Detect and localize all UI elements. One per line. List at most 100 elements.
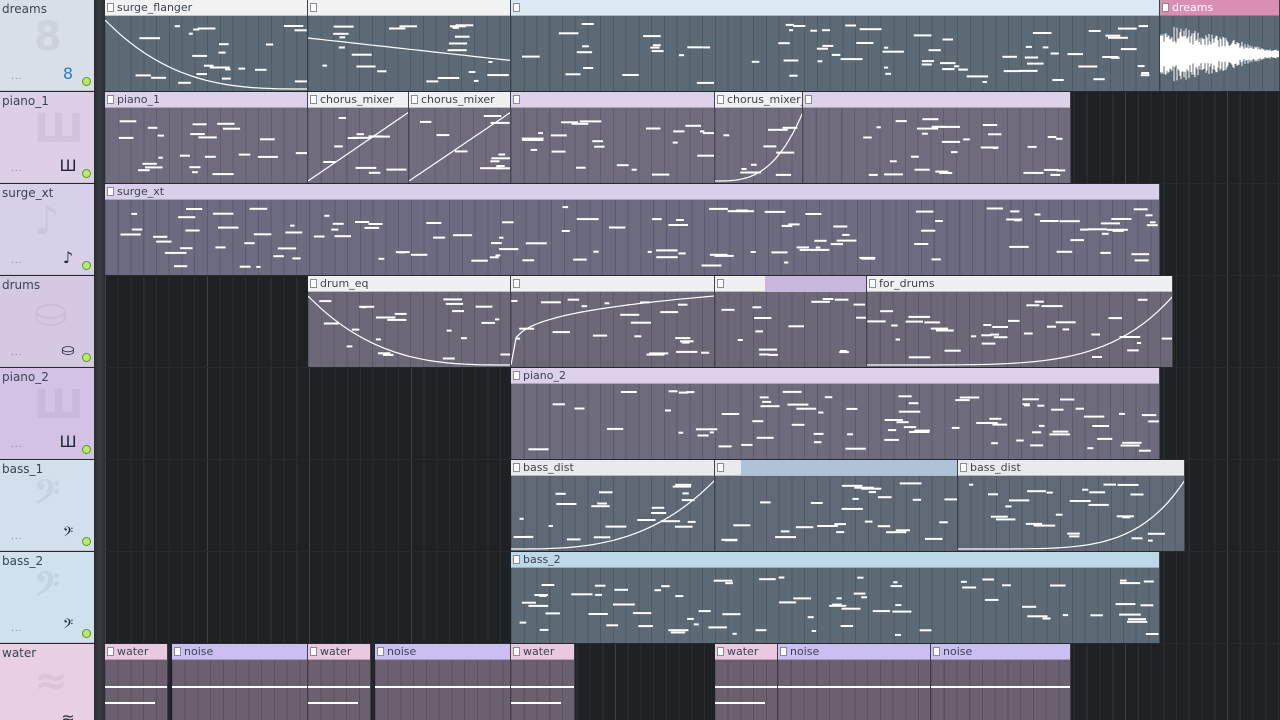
track-header-piano_2[interactable]: piano_2 Ш... Ш xyxy=(0,368,94,459)
clip-name[interactable]: water xyxy=(523,645,554,658)
drums-clip[interactable] xyxy=(715,276,867,367)
for_drums-clip[interactable]: for_drums xyxy=(867,276,1173,367)
bass_dist-clip[interactable]: bass_dist xyxy=(958,460,1185,551)
water-clip[interactable]: water xyxy=(308,644,371,720)
water-icon[interactable]: ≈ xyxy=(58,708,78,720)
clip-name[interactable]: noise xyxy=(943,645,972,658)
track-enable-led[interactable] xyxy=(82,169,91,178)
track-header-drums[interactable]: drums ⛀... ⛀ xyxy=(0,276,94,367)
track-enable-led[interactable] xyxy=(82,353,91,362)
track-more-icon[interactable]: ... xyxy=(11,72,23,82)
clip-header[interactable]: surge_flanger xyxy=(105,0,307,16)
chorus_mixer-clip[interactable]: chorus_mixer xyxy=(409,92,511,183)
clip-name[interactable]: for_drums xyxy=(879,277,935,290)
clip-name[interactable]: water xyxy=(320,645,351,658)
track-header-piano_1[interactable]: piano_1 Ш... Ш xyxy=(0,92,94,183)
track-enable-led[interactable] xyxy=(82,537,91,546)
piano_1-clip[interactable]: piano_1 xyxy=(105,92,308,183)
clip-header[interactable]: noise xyxy=(778,644,930,660)
clip-header[interactable] xyxy=(511,276,714,292)
clip-header[interactable]: bass_dist xyxy=(958,460,1184,476)
bass_2-clip[interactable]: bass_2 xyxy=(511,552,1160,643)
clip-name[interactable]: water xyxy=(727,645,758,658)
clip-name[interactable]: bass_2 xyxy=(523,553,561,566)
noise-clip[interactable]: noise xyxy=(172,644,308,720)
keyboard-icon[interactable]: Ш xyxy=(58,156,78,176)
numeral-eight-icon[interactable]: 8 xyxy=(58,64,78,84)
track-more-icon[interactable]: ... xyxy=(11,348,23,358)
clip-header[interactable]: surge_xt xyxy=(105,184,1159,200)
clip-header[interactable]: water xyxy=(105,644,167,660)
track-enable-led[interactable] xyxy=(82,77,91,86)
piano_2-clip[interactable]: piano_2 xyxy=(511,368,1160,459)
track-header-bass_1[interactable]: bass_1 𝄢... 𝄢 xyxy=(0,460,94,551)
clip-header[interactable] xyxy=(715,276,866,292)
drums-clip[interactable] xyxy=(511,276,715,367)
dreams-clip[interactable]: dreams xyxy=(1160,0,1280,91)
clip-name[interactable]: piano_2 xyxy=(523,369,566,382)
track-enable-led[interactable] xyxy=(82,261,91,270)
track-header-bass_2[interactable]: bass_2 𝄢... 𝄢 xyxy=(0,552,94,643)
piano_1-clip[interactable] xyxy=(803,92,1071,183)
bass_dist-clip[interactable]: bass_dist xyxy=(511,460,715,551)
clip-header[interactable]: water xyxy=(715,644,777,660)
clip-name[interactable]: dreams xyxy=(1172,1,1213,14)
track-more-icon[interactable]: ... xyxy=(11,624,23,634)
noise-clip[interactable]: noise xyxy=(778,644,931,720)
clip-header[interactable]: noise xyxy=(172,644,307,660)
clip-name[interactable]: noise xyxy=(387,645,416,658)
header-splitter[interactable] xyxy=(94,0,105,720)
bass-clef-icon[interactable]: 𝄢 xyxy=(58,616,78,636)
clip-header[interactable]: chorus_mixer xyxy=(308,92,408,108)
track-more-icon[interactable]: ... xyxy=(11,532,23,542)
chorus_mixer_2-clip[interactable]: chorus_mixer_2 xyxy=(715,92,803,183)
clip-name[interactable]: water xyxy=(117,645,148,658)
dreams-clip[interactable] xyxy=(511,0,1160,91)
clip-header[interactable]: for_drums xyxy=(867,276,1172,292)
clip-header[interactable] xyxy=(715,460,957,476)
clip-header[interactable] xyxy=(803,92,1070,108)
clip-name[interactable]: bass_dist xyxy=(970,461,1021,474)
drum_eq-clip[interactable]: drum_eq xyxy=(308,276,511,367)
keyboard-icon[interactable]: Ш xyxy=(58,432,78,452)
surge_flanger-clip[interactable]: surge_flanger xyxy=(105,0,308,91)
track-header-dreams[interactable]: dreams 8... 8 xyxy=(0,0,94,91)
note-icon[interactable]: ♪ xyxy=(58,248,78,268)
noise-clip[interactable]: noise xyxy=(931,644,1071,720)
clip-name[interactable]: chorus_mixer xyxy=(320,93,394,106)
track-more-icon[interactable]: ... xyxy=(11,164,23,174)
water-clip[interactable]: water xyxy=(715,644,778,720)
clip-header[interactable]: water xyxy=(308,644,370,660)
clip-header[interactable]: chorus_mixer xyxy=(409,92,510,108)
clip-header[interactable]: noise xyxy=(375,644,510,660)
clip-name[interactable]: noise xyxy=(184,645,213,658)
surge_xt-clip[interactable]: surge_xt xyxy=(105,184,1160,275)
clip-header[interactable]: bass_dist xyxy=(511,460,714,476)
clip-header[interactable]: piano_2 xyxy=(511,368,1159,384)
clip-header[interactable] xyxy=(308,0,510,16)
chorus_mixer-clip[interactable]: chorus_mixer xyxy=(308,92,409,183)
piano_1-clip[interactable] xyxy=(511,92,715,183)
clip-name[interactable]: chorus_mixer xyxy=(421,93,495,106)
track-enable-led[interactable] xyxy=(82,445,91,454)
clip-name[interactable]: drum_eq xyxy=(320,277,368,290)
bass_1-clip[interactable] xyxy=(715,460,958,551)
clip-name[interactable]: piano_1 xyxy=(117,93,160,106)
track-enable-led[interactable] xyxy=(82,629,91,638)
water-clip[interactable]: water xyxy=(511,644,575,720)
clip-name[interactable]: bass_dist xyxy=(523,461,574,474)
clip-header[interactable]: dreams xyxy=(1160,0,1279,16)
track-more-icon[interactable]: ... xyxy=(11,256,23,266)
clip-header[interactable]: drum_eq xyxy=(308,276,510,292)
noise-clip[interactable]: noise xyxy=(375,644,511,720)
track-header-surge_xt[interactable]: surge_xt ♪... ♪ xyxy=(0,184,94,275)
track-more-icon[interactable]: ... xyxy=(11,716,23,720)
track-more-icon[interactable]: ... xyxy=(11,440,23,450)
clip-name[interactable]: chorus_mixer_2 xyxy=(727,93,802,106)
clip-header[interactable]: noise xyxy=(931,644,1070,660)
clip-header[interactable] xyxy=(511,92,714,108)
clip-name[interactable]: surge_flanger xyxy=(117,1,192,14)
clip-header[interactable] xyxy=(511,0,1159,16)
drum-icon[interactable]: ⛀ xyxy=(58,340,78,360)
dreams-clip[interactable] xyxy=(308,0,511,91)
